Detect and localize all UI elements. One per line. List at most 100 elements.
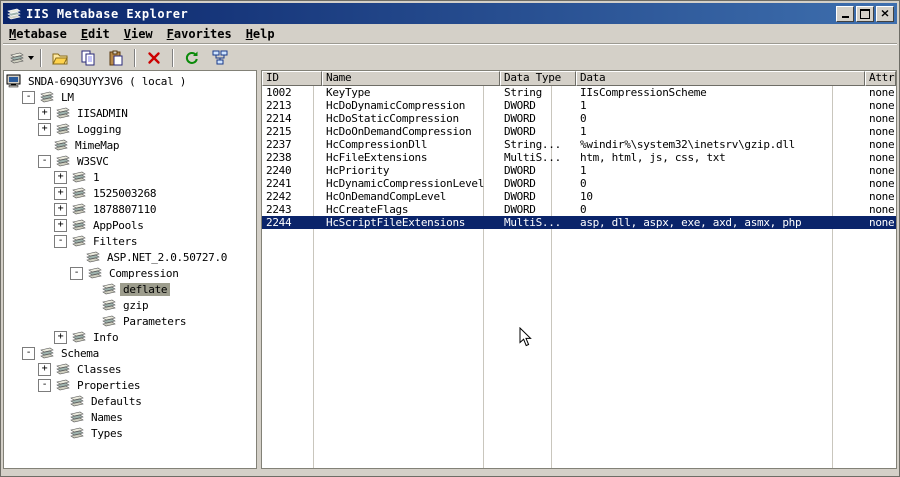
list-row-2243[interactable]: 2243 HcCreateFlags DWORD 0 none [262,203,896,216]
tree-item-parameters[interactable]: Parameters [4,313,256,329]
node-icon [69,410,86,424]
cell-id: 2243 [266,203,292,216]
cell-id: 2241 [266,177,292,190]
collapse-icon[interactable]: - [22,90,35,104]
expand-icon[interactable]: + [54,330,67,344]
node-icon [71,234,88,248]
window-title: IIS Metabase Explorer [26,6,189,21]
tree-item-snda-69q3uyy3v6-local[interactable]: SNDA-69Q3UYY3V6 ( local ) [4,73,256,89]
tree-item-lm[interactable]: - LM [4,89,256,105]
paste-button[interactable] [102,47,130,69]
node-icon [55,122,72,136]
tree-item-1525003268[interactable]: +1525003268 [4,185,256,201]
menu-edit[interactable]: Edit [75,25,118,43]
tree-item-schema[interactable]: - Schema [4,345,256,361]
delete-icon [146,50,162,66]
tree-item-deflate[interactable]: deflate [4,281,256,297]
collapse-icon[interactable]: - [38,154,51,168]
tree-item-label: deflate [120,282,171,296]
tree-item-info[interactable]: + Info [4,329,256,345]
column-header-name[interactable]: Name [322,71,500,86]
list-row-2213[interactable]: 2213 HcDoDynamicCompression DWORD 1 none [262,99,896,112]
cell-data: %windir%\system32\inetsrv\gzip.dll [580,138,795,151]
list-row-2237[interactable]: 2237 HcCompressionDll String... %windir%\sy… [262,138,896,151]
tree-item-apppools[interactable]: + AppPools [4,217,256,233]
tree-item-iisadmin[interactable]: + IISADMIN [4,105,256,121]
tree-item-asp-net-2-0-50727-0[interactable]: ASP.NET_2.0.50727.0 [4,249,256,265]
tree-item-compression[interactable]: - Compression [4,265,256,281]
tree-item-w3svc[interactable]: - W3SVC [4,153,256,169]
maximize-button[interactable] [856,5,874,22]
collapse-icon[interactable]: - [38,378,51,392]
cell-name: HcDynamicCompressionLevel [326,177,485,190]
node-icon [39,90,56,104]
tree-item-filters[interactable]: - Filters [4,233,256,249]
maximize-icon [860,8,870,19]
toolbar-separator [40,48,42,67]
tree-item-logging[interactable]: + Logging [4,121,256,137]
cell-id: 2238 [266,151,292,164]
tree-item-1[interactable]: +1 [4,169,256,185]
menu-metabase[interactable]: Metabase [3,25,75,43]
column-header-attributes[interactable]: Attributes [865,71,896,86]
main-area: SNDA-69Q3UYY3V6 ( local ) - LM + IISADMIN + Lo… [3,70,897,469]
tree-item-mimemap[interactable]: MimeMap [4,137,256,153]
connections-button[interactable] [206,47,234,69]
tree-item-defaults[interactable]: Defaults [4,393,256,409]
refresh-button[interactable] [178,47,206,69]
collapse-icon[interactable]: - [70,266,83,280]
node-icon [71,202,88,216]
list-body: 1002 KeyType String IIsCompressionScheme non… [262,86,896,229]
node-icon [71,218,88,232]
expand-icon[interactable]: + [54,202,67,216]
list-row-2244[interactable]: 2244 HcScriptFileExtensions MultiS... asp, … [262,216,896,229]
column-header-data-type[interactable]: Data Type [500,71,576,86]
cell-attributes: none [869,86,895,99]
expand-icon[interactable]: + [38,122,51,136]
expand-icon[interactable]: + [38,106,51,120]
tree-item-properties[interactable]: - Properties [4,377,256,393]
title-bar[interactable]: IIS Metabase Explorer [3,3,897,24]
expand-icon[interactable]: + [54,218,67,232]
list-row-2215[interactable]: 2215 HcDoOnDemandCompression DWORD 1 none [262,125,896,138]
cell-type: DWORD [504,164,536,177]
list-row-2241[interactable]: 2241 HcDynamicCompressionLevel DWORD 0 none [262,177,896,190]
tree-item-1878807110[interactable]: +1878807110 [4,201,256,217]
expand-icon[interactable]: + [54,186,67,200]
menu-help[interactable]: Help [240,25,283,43]
column-header-data[interactable]: Data [576,71,865,86]
cell-id: 1002 [266,86,292,99]
tree-item-classes[interactable]: + Classes [4,361,256,377]
cell-id: 2240 [266,164,292,177]
minimize-button[interactable] [836,5,854,22]
cell-name: HcCreateFlags [326,203,409,216]
menu-view[interactable]: View [118,25,161,43]
tree-item-names[interactable]: Names [4,409,256,425]
cell-name: HcDoStaticCompression [326,112,459,125]
tree-item-label: gzip [123,298,149,312]
copy-button[interactable] [74,47,102,69]
list-row-2242[interactable]: 2242 HcOnDemandCompLevel DWORD 10 none [262,190,896,203]
cell-attributes: none [869,177,895,190]
list-row-2238[interactable]: 2238 HcFileExtensions MultiS... htm, html, … [262,151,896,164]
new-key-button[interactable] [7,47,36,69]
cell-type: DWORD [504,99,536,112]
menu-favorites[interactable]: Favorites [161,25,240,43]
open-button[interactable] [46,47,74,69]
close-button[interactable] [876,5,894,22]
node-icon [101,298,118,312]
delete-button[interactable] [140,47,168,69]
list-row-2214[interactable]: 2214 HcDoStaticCompression DWORD 0 none [262,112,896,125]
expand-icon[interactable]: + [38,362,51,376]
dropdown-arrow-icon[interactable] [28,55,34,60]
list-row-1002[interactable]: 1002 KeyType String IIsCompressionScheme non… [262,86,896,99]
tree-item-gzip[interactable]: gzip [4,297,256,313]
collapse-icon[interactable]: - [22,346,35,360]
collapse-icon[interactable]: - [54,234,67,248]
metabase-tree: SNDA-69Q3UYY3V6 ( local ) - LM + IISADMIN + Lo… [3,70,257,469]
minimize-icon [841,16,849,18]
list-row-2240[interactable]: 2240 HcPriority DWORD 1 none [262,164,896,177]
column-header-id[interactable]: ID [262,71,322,86]
tree-item-types[interactable]: Types [4,425,256,441]
expand-icon[interactable]: + [54,170,67,184]
